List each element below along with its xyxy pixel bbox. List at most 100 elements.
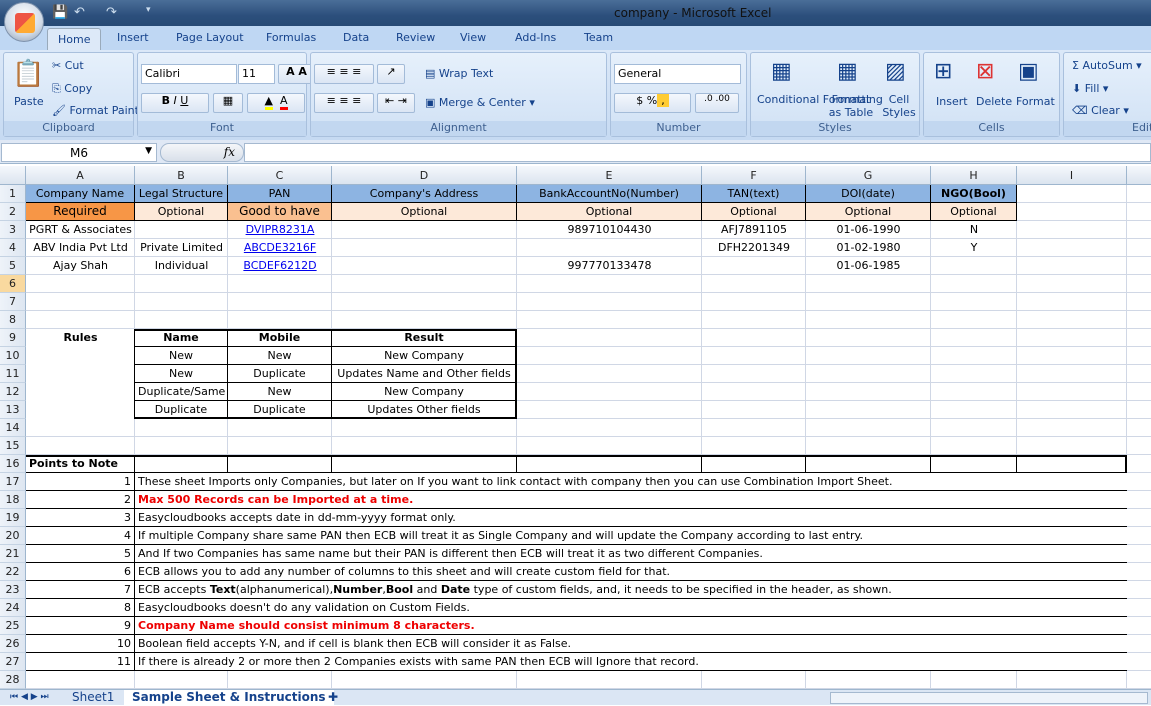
cell-E3[interactable]: 989710104430 <box>517 221 702 239</box>
grid-cell[interactable] <box>702 347 806 365</box>
cell-C5[interactable]: BCDEF6212D <box>228 257 332 275</box>
column-header-G[interactable]: G <box>806 166 931 185</box>
grid-cell[interactable] <box>1127 491 1151 509</box>
grid-cell[interactable] <box>702 257 806 275</box>
cell-H3[interactable]: N <box>931 221 1017 239</box>
grid-cell[interactable] <box>135 275 228 293</box>
row-header-8[interactable]: 8 <box>0 311 26 329</box>
row-header-26[interactable]: 26 <box>0 635 26 653</box>
cell-F4[interactable]: DFH2201349 <box>702 239 806 257</box>
grid-cell[interactable] <box>702 383 806 401</box>
row-header-2[interactable]: 2 <box>0 203 26 221</box>
column-header-C[interactable]: C <box>228 166 332 185</box>
grid-cell[interactable] <box>1127 401 1151 419</box>
row-header-13[interactable]: 13 <box>0 401 26 419</box>
row-header-24[interactable]: 24 <box>0 599 26 617</box>
grid-cell[interactable] <box>228 671 332 689</box>
grid-cell[interactable] <box>806 383 931 401</box>
tab-data[interactable]: Data <box>343 31 369 44</box>
grid-cell[interactable] <box>135 671 228 689</box>
sheet-tab-sample[interactable]: Sample Sheet & Instructions <box>124 690 334 706</box>
cell-C2[interactable]: Good to have <box>228 203 332 221</box>
insert-function-button[interactable]: fx <box>160 143 244 162</box>
grid-cell[interactable] <box>1127 365 1151 383</box>
grid-cell[interactable] <box>1017 275 1127 293</box>
grid-cell[interactable] <box>1127 347 1151 365</box>
cut-button[interactable]: ✂ Cut <box>52 59 84 72</box>
grid-cell[interactable] <box>517 383 702 401</box>
row-header-9[interactable]: 9 <box>0 329 26 347</box>
cell-B1[interactable]: Legal Structure <box>135 185 228 203</box>
grid-cell[interactable] <box>806 671 931 689</box>
column-header-I[interactable]: I <box>1017 166 1127 185</box>
row-header-1[interactable]: 1 <box>0 185 26 203</box>
grid-cell[interactable] <box>702 419 806 437</box>
grid-cell[interactable] <box>228 419 332 437</box>
row-header-18[interactable]: 18 <box>0 491 26 509</box>
tab-home[interactable]: Home <box>47 28 102 51</box>
borders-button[interactable]: ▦ <box>213 93 243 113</box>
grid-cell[interactable] <box>1127 329 1151 347</box>
grid-cell[interactable] <box>135 437 228 455</box>
formula-input[interactable] <box>244 143 1151 162</box>
paste-icon[interactable]: 📋 <box>12 59 44 89</box>
wrap-text-button[interactable]: ▤ Wrap Text <box>425 67 493 80</box>
row-header-25[interactable]: 25 <box>0 617 26 635</box>
grid-cell[interactable] <box>1017 311 1127 329</box>
grid-cell[interactable] <box>517 419 702 437</box>
tab-view[interactable]: View <box>460 31 486 44</box>
grid-cell[interactable] <box>26 419 135 437</box>
autosum-button[interactable]: Σ AutoSum ▾ <box>1072 59 1142 72</box>
grid-cell[interactable] <box>517 239 702 257</box>
indent-buttons[interactable]: ⇤ ⇥ <box>377 93 415 113</box>
cell-A4[interactable]: ABV India Pvt Ltd <box>26 239 135 257</box>
tab-team[interactable]: Team <box>584 31 613 44</box>
vertical-align-buttons[interactable]: ≡ ≡ ≡ <box>314 64 374 84</box>
grid-cell[interactable] <box>517 401 702 419</box>
grid-cell[interactable] <box>931 383 1017 401</box>
cell-E1[interactable]: BankAccountNo(Number) <box>517 185 702 203</box>
row-header-19[interactable]: 19 <box>0 509 26 527</box>
row-header-28[interactable]: 28 <box>0 671 26 689</box>
grid-cell[interactable] <box>517 275 702 293</box>
grid-cell[interactable] <box>26 293 135 311</box>
sheet-tab-sheet1[interactable]: Sheet1 <box>64 690 122 706</box>
row-header-15[interactable]: 15 <box>0 437 26 455</box>
grid-cell[interactable] <box>26 275 135 293</box>
row-header-11[interactable]: 11 <box>0 365 26 383</box>
row-header-10[interactable]: 10 <box>0 347 26 365</box>
grid-cell[interactable] <box>1127 203 1151 221</box>
decimal-buttons[interactable]: .0 .00 <box>695 93 739 113</box>
row-header-17[interactable]: 17 <box>0 473 26 491</box>
cell-B4[interactable]: Private Limited <box>135 239 228 257</box>
undo-icon[interactable]: ↶ <box>74 5 90 21</box>
grid-cell[interactable] <box>1127 581 1151 599</box>
grid-cell[interactable] <box>1017 239 1127 257</box>
cell-D2[interactable]: Optional <box>332 203 517 221</box>
row-header-23[interactable]: 23 <box>0 581 26 599</box>
grid-cell[interactable] <box>517 347 702 365</box>
cell-E5[interactable]: 997770133478 <box>517 257 702 275</box>
cell-G3[interactable]: 01-06-1990 <box>806 221 931 239</box>
grid-cell[interactable] <box>26 311 135 329</box>
redo-icon[interactable]: ↷ <box>106 5 122 21</box>
grid-cell[interactable] <box>931 293 1017 311</box>
row-header-6[interactable]: 6 <box>0 275 26 293</box>
grid-cell[interactable] <box>1127 311 1151 329</box>
grid-cell[interactable] <box>135 419 228 437</box>
cell-A3[interactable]: PGRT & Associates <box>26 221 135 239</box>
grid-cell[interactable] <box>1017 383 1127 401</box>
grid-cell[interactable] <box>1017 293 1127 311</box>
tab-page-layout[interactable]: Page Layout <box>176 31 244 44</box>
currency-percent-comma-buttons[interactable]: $ %, <box>614 93 691 113</box>
grid-cell[interactable] <box>1127 239 1151 257</box>
column-header-F[interactable]: F <box>702 166 806 185</box>
row-header-16[interactable]: 16 <box>0 455 26 473</box>
sheet-nav-arrows[interactable]: ⏮ ◀ ▶ ⏭ <box>2 690 57 706</box>
grid-cell[interactable] <box>806 293 931 311</box>
grid-cell[interactable] <box>702 401 806 419</box>
grid-cell[interactable] <box>1127 473 1151 491</box>
grid-cell[interactable] <box>806 311 931 329</box>
row-header-4[interactable]: 4 <box>0 239 26 257</box>
grid-cell[interactable] <box>806 275 931 293</box>
